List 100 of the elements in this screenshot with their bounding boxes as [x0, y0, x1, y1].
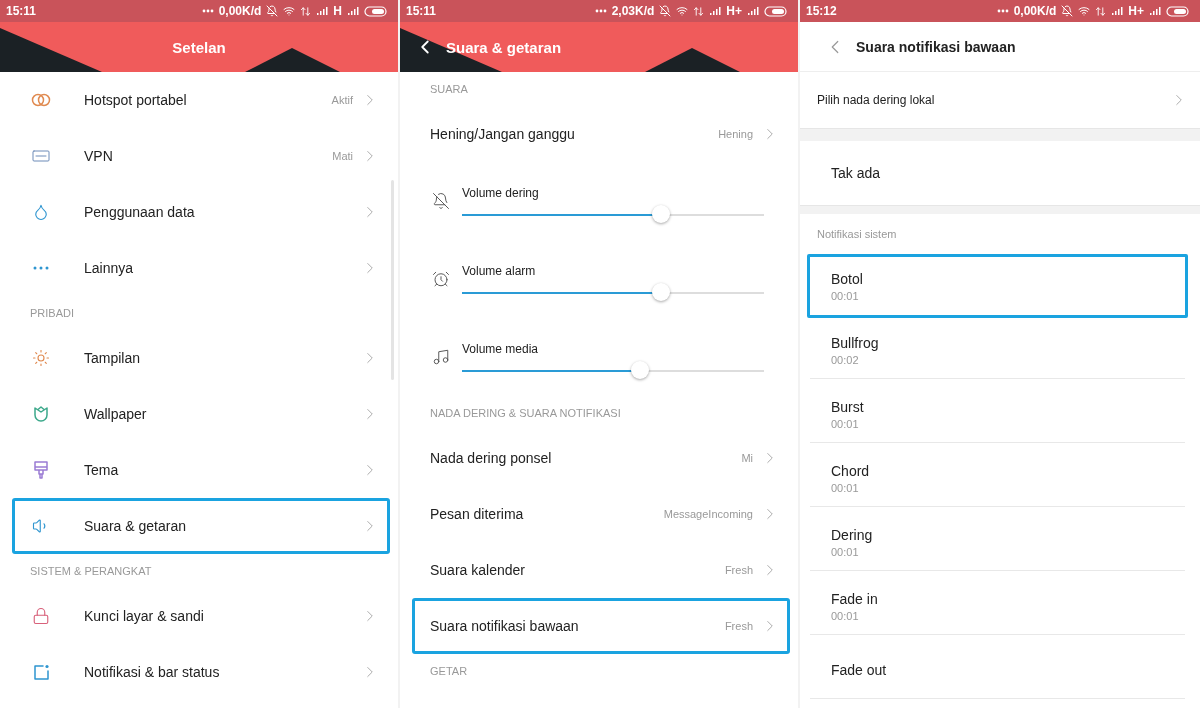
item-label: Hening/Jangan ganggu: [430, 126, 576, 142]
lock-icon: [32, 607, 50, 625]
settings-item[interactable]: Hening/Jangan ganggu Hening: [412, 106, 790, 162]
sun-icon: [32, 349, 50, 367]
slider-thumb[interactable]: [652, 283, 671, 301]
item-value: Fresh: [724, 564, 753, 576]
more-icon: [33, 266, 49, 270]
item-label: Nada dering ponsel: [430, 450, 553, 466]
music-note-icon: [432, 348, 450, 366]
item-value: Mi: [741, 452, 753, 464]
sound-item[interactable]: Dering 00:01: [807, 510, 1188, 574]
screen-title: Suara & getaran: [446, 38, 562, 56]
sound-duration: 00:01: [831, 609, 860, 622]
slider-label: Volume media: [462, 342, 540, 356]
item-label: Tampilan: [84, 350, 142, 366]
item-label: Pesan diterima: [430, 506, 525, 522]
slider-thumb[interactable]: [631, 361, 650, 379]
signal-icon: [316, 6, 329, 16]
tulip-icon: [33, 406, 49, 422]
screen-title: Suara notifikasi bawaan: [856, 38, 1016, 55]
settings-item[interactable]: Pesan diterima MessageIncoming: [412, 486, 790, 542]
slider-label: Volume alarm: [462, 264, 537, 278]
slider-label: Volume dering: [462, 186, 540, 200]
sound-item[interactable]: Fade out: [807, 638, 1188, 702]
network-speed: 2,03K/d: [611, 4, 655, 18]
more-dots-icon: [594, 9, 607, 13]
item-value: Aktif: [331, 94, 353, 106]
data-arrows-icon: [300, 5, 312, 17]
paint-brush-icon: [33, 461, 49, 479]
network-type: H+: [1128, 4, 1144, 18]
item-label: Hotspot portabel: [84, 92, 188, 108]
section-header: Notifikasi sistem: [816, 227, 898, 242]
settings-item[interactable]: Tema: [12, 442, 390, 498]
section-header: GETAR: [429, 664, 469, 679]
section-header: SUARA: [429, 82, 469, 97]
settings-item[interactable]: Hotspot portabel Aktif: [12, 72, 390, 128]
data-arrows-icon: [1095, 5, 1107, 17]
settings-item[interactable]: VPN Mati: [12, 128, 390, 184]
sound-item[interactable]: Fade in 00:01: [807, 574, 1188, 638]
item-value: Hening: [718, 128, 753, 140]
settings-item[interactable]: Tampilan: [12, 330, 390, 386]
settings-item[interactable]: Suara & getaran: [12, 498, 390, 554]
more-dots-icon: [201, 9, 214, 13]
alarm-off-icon: [659, 5, 672, 17]
item-label: Pilih nada dering lokal: [817, 93, 936, 107]
sound-duration: 00:02: [831, 353, 860, 366]
notification-square-icon: [33, 664, 49, 680]
settings-item[interactable]: Lainnya: [12, 240, 390, 296]
battery-icon: [364, 5, 388, 17]
item-label: Lainnya: [84, 260, 135, 276]
network-speed: 0,00K/d: [218, 4, 262, 18]
status-time: 15:12: [806, 4, 838, 18]
signal-icon: [709, 6, 722, 16]
item-label: VPN: [84, 148, 114, 164]
item-label: Penggunaan data: [84, 204, 196, 220]
section-header: NADA DERING & SUARA NOTIFIKASI: [429, 406, 622, 421]
signal-icon: [347, 6, 359, 16]
sound-item[interactable]: Burst 00:01: [807, 382, 1188, 446]
more-dots-icon: [996, 9, 1009, 13]
sound-name: Bullfrog: [831, 334, 880, 351]
wifi-icon: [1078, 5, 1091, 17]
alarm-clock-icon: [432, 270, 450, 288]
item-label: Kunci layar & sandi: [84, 608, 205, 624]
screen-title: Setelan: [172, 38, 226, 56]
network-type: H: [333, 4, 342, 18]
sound-item[interactable]: Chord 00:01: [807, 446, 1188, 510]
signal-icon: [1149, 6, 1161, 16]
settings-item[interactable]: Penggunaan data: [12, 184, 390, 240]
item-value: Mati: [332, 150, 353, 162]
wifi-icon: [676, 5, 689, 17]
battery-icon: [764, 5, 788, 17]
sound-name: Botol: [831, 270, 864, 287]
item-label: Wallpaper: [84, 406, 148, 422]
bell-off-icon: [432, 192, 450, 210]
item-value: Fresh: [724, 620, 753, 632]
section-header: PRIBADI: [29, 306, 75, 321]
settings-item[interactable]: Suara kalender Fresh: [412, 542, 790, 598]
sound-name: Chord: [831, 462, 871, 479]
alarm-off-icon: [1061, 5, 1074, 17]
battery-icon: [1166, 5, 1190, 17]
section-header: SISTEM & PERANGKAT: [29, 564, 153, 579]
settings-item[interactable]: Notifikasi & bar status: [12, 644, 390, 700]
item-label: Suara kalender: [430, 562, 526, 578]
slider-thumb[interactable]: [652, 205, 671, 223]
item-label: Tema: [84, 462, 120, 478]
linked-rings-icon: [31, 93, 51, 107]
settings-item[interactable]: Kunci layar & sandi: [12, 588, 390, 644]
sound-item[interactable]: Bullfrog 00:02: [807, 318, 1188, 382]
network-type: H+: [726, 4, 742, 18]
settings-item[interactable]: Wallpaper: [12, 386, 390, 442]
sound-name: Dering: [831, 526, 874, 543]
settings-item[interactable]: Nada dering ponsel Mi: [412, 430, 790, 486]
sound-name: Fade in: [831, 590, 879, 607]
network-speed: 0,00K/d: [1013, 4, 1057, 18]
sound-item[interactable]: Botol 00:01: [807, 254, 1188, 318]
sound-duration: 00:01: [831, 545, 860, 558]
sound-name: Burst: [831, 398, 865, 415]
settings-item[interactable]: Suara notifikasi bawaan Fresh: [412, 598, 790, 654]
vpn-icon: [32, 150, 50, 162]
item-label: Suara & getaran: [84, 518, 187, 534]
